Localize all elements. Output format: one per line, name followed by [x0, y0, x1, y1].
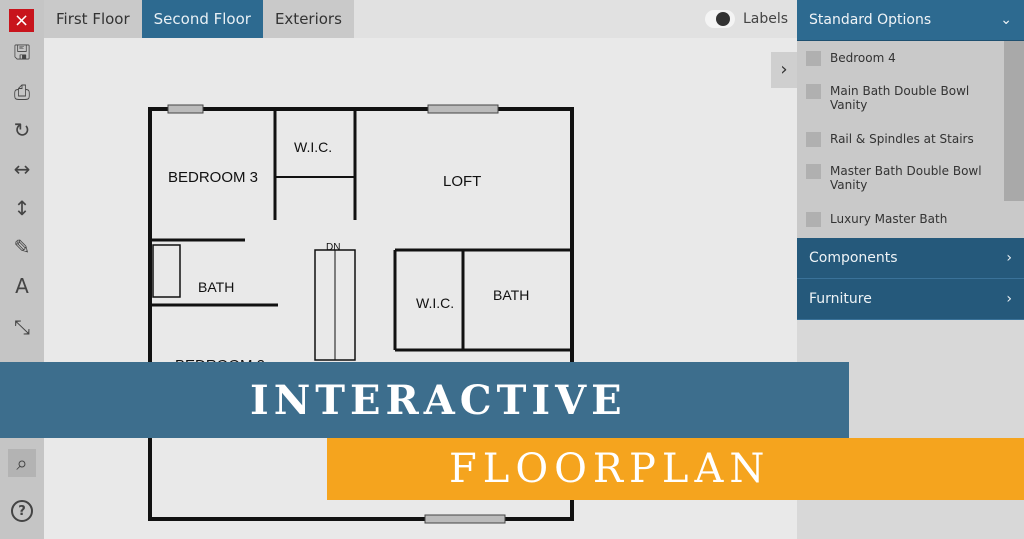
option-label: Rail & Spindles at Stairs [830, 132, 974, 146]
standard-options-header[interactable]: Standard Options ⌄ [797, 0, 1024, 41]
left-toolbar: × 🖫 ⎙ ↻ ↔ ↕ ✎ A ⤡ ⌕ ? [0, 0, 44, 539]
room-label-bath: BATH [198, 279, 234, 295]
close-button[interactable]: × [9, 9, 34, 32]
room-label-wic: W.I.C. [294, 139, 332, 155]
room-label-master-wic: W.I.C. [416, 295, 454, 311]
checkbox[interactable] [806, 51, 821, 66]
checkbox[interactable] [806, 164, 821, 179]
chevron-right-icon: › [1006, 250, 1012, 266]
tab-first-floor[interactable]: First Floor [44, 0, 142, 38]
option-label: Master Bath Double Bowl Vanity [830, 164, 982, 192]
vertical-resize-icon[interactable]: ↕ [8, 194, 36, 222]
option-bedroom-4[interactable]: Bedroom 4 [797, 51, 926, 66]
tab-second-floor[interactable]: Second Floor [141, 0, 263, 38]
section-title: Components [809, 250, 898, 266]
print-icon[interactable]: ⎙ [8, 78, 36, 106]
standard-options-title: Standard Options [809, 12, 932, 28]
chevron-down-icon: ⌄ [1000, 12, 1012, 28]
floor-tabs: First Floor Second Floor Exteriors [44, 0, 354, 38]
option-main-bath-vanity[interactable]: Main Bath Double Bowl Vanity [797, 84, 1024, 112]
furniture-section[interactable]: Furniture › [797, 279, 1024, 320]
chevron-right-icon: › [1006, 291, 1012, 307]
save-icon[interactable]: 🖫 [8, 40, 36, 69]
text-icon[interactable]: A [8, 272, 36, 300]
labels-toggle[interactable]: Labels [705, 10, 788, 28]
checkbox[interactable] [806, 84, 821, 99]
toggle-switch[interactable] [705, 10, 735, 28]
option-master-bath-vanity[interactable]: Master Bath Double Bowl Vanity [797, 164, 1024, 192]
labels-toggle-label: Labels [743, 11, 789, 27]
collapse-icon[interactable]: ⤡ [8, 313, 36, 341]
section-title: Furniture [809, 291, 872, 307]
help-icon[interactable]: ? [11, 500, 33, 522]
stairs-down-label: DN [326, 242, 340, 253]
room-label-bedroom-3: BEDROOM 3 [168, 169, 258, 186]
pencil-icon[interactable]: ✎ [8, 233, 36, 261]
room-label-loft: LOFT [443, 173, 481, 190]
tab-exteriors[interactable]: Exteriors [262, 0, 354, 38]
standard-options-list: Bedroom 4 Main Bath Double Bowl Vanity R… [797, 41, 1024, 238]
option-label: Main Bath Double Bowl Vanity [830, 84, 970, 112]
checkbox[interactable] [806, 132, 821, 147]
zoom-icon[interactable]: ⌕ [8, 449, 36, 477]
components-section[interactable]: Components › [797, 238, 1024, 279]
option-rail-spindles[interactable]: Rail & Spindles at Stairs [797, 132, 1004, 147]
horizontal-resize-icon[interactable]: ↔ [8, 155, 36, 183]
rotate-icon[interactable]: ↻ [8, 116, 36, 144]
option-label: Luxury Master Bath [830, 212, 948, 226]
room-label-master-bath: BATH [493, 287, 529, 303]
option-label: Bedroom 4 [830, 51, 896, 65]
option-luxury-master-bath[interactable]: Luxury Master Bath [797, 212, 977, 227]
banner-interactive: INTERACTIVE [0, 362, 849, 438]
expand-panel-button[interactable]: › [771, 52, 797, 88]
banner-floorplan: FLOORPLAN [327, 438, 1024, 500]
checkbox[interactable] [806, 212, 821, 227]
